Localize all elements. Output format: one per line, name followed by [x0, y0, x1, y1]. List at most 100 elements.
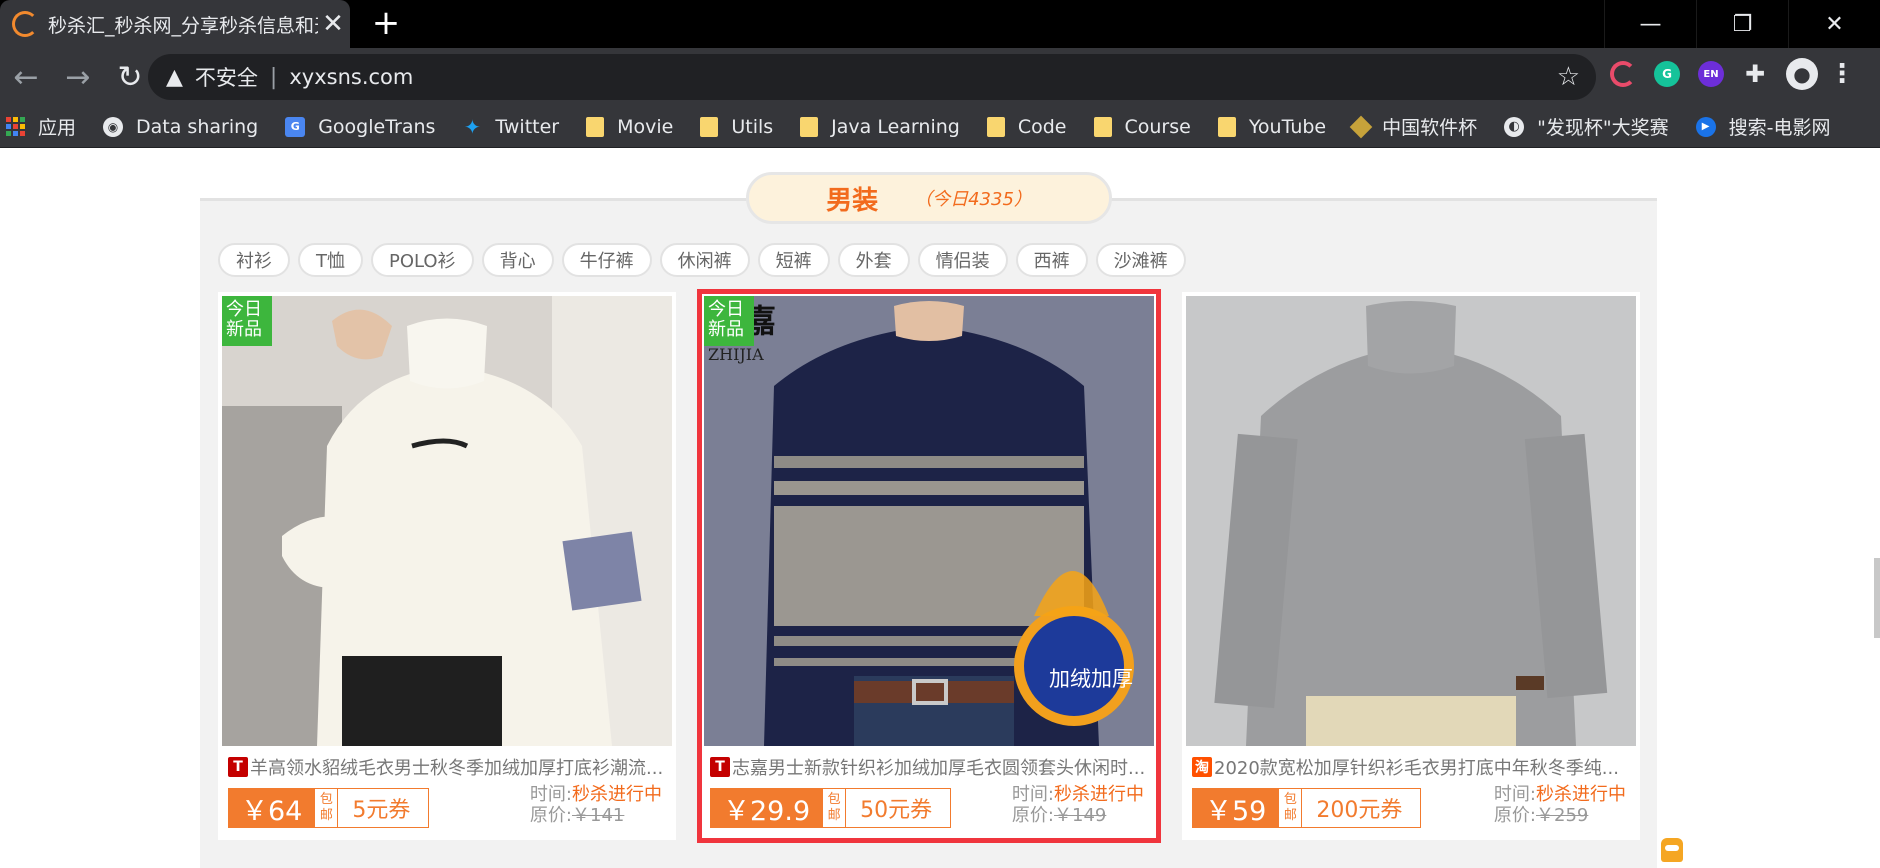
bookmark-label: 搜索-电影网: [1728, 117, 1831, 139]
filter-chip[interactable]: 休闲裤: [659, 243, 750, 277]
bookmark-movie-search[interactable]: ▶ 搜索-电影网: [1695, 113, 1831, 140]
bookmark-discovery-cup[interactable]: ◐ "发现杯"大奖赛: [1504, 113, 1669, 140]
product-card-selected[interactable]: 加绒加厚 嘉 ZHIJIA 今日 新品 T 志嘉男士新款针织衫加绒加厚毛衣圆领套…: [697, 289, 1161, 843]
tab-title: 秒杀汇_秒杀网_分享秒杀信息和天: [48, 14, 318, 37]
product-title[interactable]: T 志嘉男士新款针织衫加绒加厚毛衣圆领套头休闲时...: [704, 754, 1154, 780]
bookmark-label: Utils: [731, 115, 774, 138]
github-icon: ◉: [103, 116, 124, 137]
filter-chip[interactable]: 西裤: [1015, 243, 1088, 277]
bookmark-googletrans[interactable]: G GoogleTrans: [285, 116, 435, 138]
c-extension-icon[interactable]: [1610, 61, 1636, 87]
folder-icon: [1217, 116, 1236, 137]
bookmark-apps[interactable]: 应用: [6, 113, 76, 140]
price-coupon-box[interactable]: ￥59 包 邮 200元券: [1192, 788, 1422, 828]
browser-tab[interactable]: 秒杀汇_秒杀网_分享秒杀信息和天 ✕: [0, 0, 350, 48]
overlay-caption: 加绒加厚: [1049, 667, 1133, 691]
bookmark-movie[interactable]: Movie: [586, 116, 673, 138]
apps-icon: [6, 116, 25, 137]
tab-strip: 秒杀汇_秒杀网_分享秒杀信息和天 ✕ + — ❐ ✕: [0, 0, 1880, 48]
product-image[interactable]: 今日 新品: [222, 296, 672, 746]
address-bar[interactable]: ▲ 不安全 | xyxsns.com ☆: [148, 54, 1596, 100]
bookmark-utils[interactable]: Utils: [700, 116, 773, 138]
language-extension-icon[interactable]: EN: [1698, 61, 1724, 87]
filter-chip[interactable]: 沙滩裤: [1095, 243, 1186, 277]
price-coupon-box[interactable]: ￥29.9 包 邮 50元券: [710, 788, 952, 828]
time-status: 秒杀进行中: [1536, 784, 1626, 805]
filter-chip[interactable]: POLO衫: [371, 243, 474, 277]
restore-button[interactable]: ❐: [1696, 0, 1788, 48]
filter-chip[interactable]: 衬衫: [218, 243, 290, 277]
insecure-label[interactable]: 不安全: [195, 62, 258, 92]
bookmark-label: GoogleTrans: [318, 115, 436, 138]
grammarly-icon[interactable]: G: [1654, 61, 1680, 87]
time-label: 时间:: [1011, 784, 1054, 805]
extensions-area: G EN ✚ ● ⋮: [1610, 58, 1855, 90]
filter-chip[interactable]: 短裤: [757, 243, 830, 277]
section-title: 男装: [826, 185, 879, 216]
bookmark-label: 中国软件杯: [1382, 117, 1478, 139]
bookmark-label: Movie: [617, 115, 674, 138]
mascot-icon[interactable]: [1661, 838, 1683, 862]
new-tab-button[interactable]: +: [370, 6, 402, 40]
bookmark-label: "发现杯"大奖赛: [1537, 117, 1669, 139]
sale-price: ￥29.9: [711, 789, 823, 827]
forward-button[interactable]: →: [52, 48, 104, 106]
filter-chip[interactable]: 外套: [837, 243, 910, 277]
product-title-text: 羊高领水貂绒毛衣男士秋冬季加绒加厚打底衫潮流...: [250, 758, 664, 779]
profile-avatar-icon[interactable]: ●: [1786, 58, 1818, 90]
bookmark-twitter[interactable]: ✦ Twitter: [462, 114, 559, 139]
product-title[interactable]: T 羊高领水貂绒毛衣男士秋冬季加绒加厚打底衫潮流...: [222, 754, 672, 780]
brand-text: ZHIJIA: [708, 345, 764, 364]
price-row: ￥59 包 邮 200元券 时间:秒杀进行中 原价:￥259: [1186, 784, 1636, 832]
product-meta: 时间:秒杀进行中 原价:￥141: [530, 784, 662, 826]
orig-label: 原价:: [1493, 805, 1536, 826]
omnibox-separator: |: [269, 64, 278, 90]
original-price: ￥141: [572, 805, 625, 826]
menu-dots-icon[interactable]: ⋮: [1829, 59, 1855, 89]
bookmark-java-learning[interactable]: Java Learning: [800, 116, 960, 138]
back-button[interactable]: ←: [0, 48, 52, 106]
bookmark-course[interactable]: Course: [1093, 115, 1191, 138]
cube-icon: [1349, 115, 1373, 138]
extensions-puzzle-icon[interactable]: ✚: [1742, 60, 1768, 88]
filter-chip[interactable]: 背心: [481, 243, 554, 277]
warning-icon[interactable]: ▲: [166, 65, 183, 90]
minimize-button[interactable]: —: [1604, 0, 1696, 48]
filter-chip[interactable]: T恤: [298, 243, 363, 277]
time-label: 时间:: [1493, 784, 1536, 805]
coupon-label: 200元券: [1302, 789, 1421, 827]
bookmark-code[interactable]: Code: [986, 116, 1067, 138]
bookmark-software-cup[interactable]: 中国软件杯: [1349, 113, 1478, 140]
folder-icon: [700, 116, 719, 137]
url-text[interactable]: xyxsns.com: [289, 65, 413, 89]
product-image[interactable]: [1186, 296, 1636, 746]
product-title[interactable]: 淘 2020款宽松加厚针织衫毛衣男打底中年秋冬季纯...: [1186, 754, 1636, 780]
bookmarks-bar: 应用 ◉ Data sharing G GoogleTrans ✦ Twitte…: [0, 106, 1880, 148]
folder-icon: [1093, 116, 1112, 137]
original-price: ￥149: [1054, 805, 1107, 826]
globe-icon: ◐: [1504, 116, 1525, 137]
section-header: 男装 （今日4335）: [746, 172, 1112, 224]
price-coupon-box[interactable]: ￥64 包 邮 5元券: [228, 788, 430, 828]
close-window-button[interactable]: ✕: [1788, 0, 1880, 48]
scrollbar-thumb[interactable]: [1874, 558, 1880, 638]
bookmark-label: Course: [1124, 115, 1191, 138]
bookmark-youtube[interactable]: YouTube: [1217, 116, 1326, 138]
price-row: ￥64 包 邮 5元券 时间:秒杀进行中 原价:￥141: [222, 784, 672, 832]
price-row: ￥29.9 包 邮 50元券 时间:秒杀进行中 原价:￥149: [704, 784, 1154, 832]
bookmark-star-icon[interactable]: ☆: [1557, 62, 1580, 92]
tab-close-icon[interactable]: ✕: [318, 9, 348, 39]
orig-label: 原价:: [529, 805, 572, 826]
original-price: ￥259: [1536, 805, 1589, 826]
filter-chip[interactable]: 牛仔裤: [561, 243, 652, 277]
product-meta: 时间:秒杀进行中 原价:￥149: [1012, 784, 1144, 826]
product-card[interactable]: 淘 2020款宽松加厚针织衫毛衣男打底中年秋冬季纯... ￥59 包 邮 200…: [1182, 292, 1640, 840]
taobao-icon: 淘: [1192, 757, 1212, 777]
bookmark-data-sharing[interactable]: ◉ Data sharing: [103, 116, 258, 138]
filter-chip[interactable]: 情侣装: [917, 243, 1008, 277]
bookmark-label: Data sharing: [136, 115, 259, 138]
product-card[interactable]: 今日 新品 T 羊高领水貂绒毛衣男士秋冬季加绒加厚打底衫潮流... ￥64 包 …: [218, 292, 676, 840]
twitter-icon: ✦: [464, 114, 481, 139]
product-image[interactable]: 加绒加厚 嘉 ZHIJIA 今日 新品: [704, 296, 1154, 746]
window-controls: — ❐ ✕: [1604, 0, 1880, 48]
